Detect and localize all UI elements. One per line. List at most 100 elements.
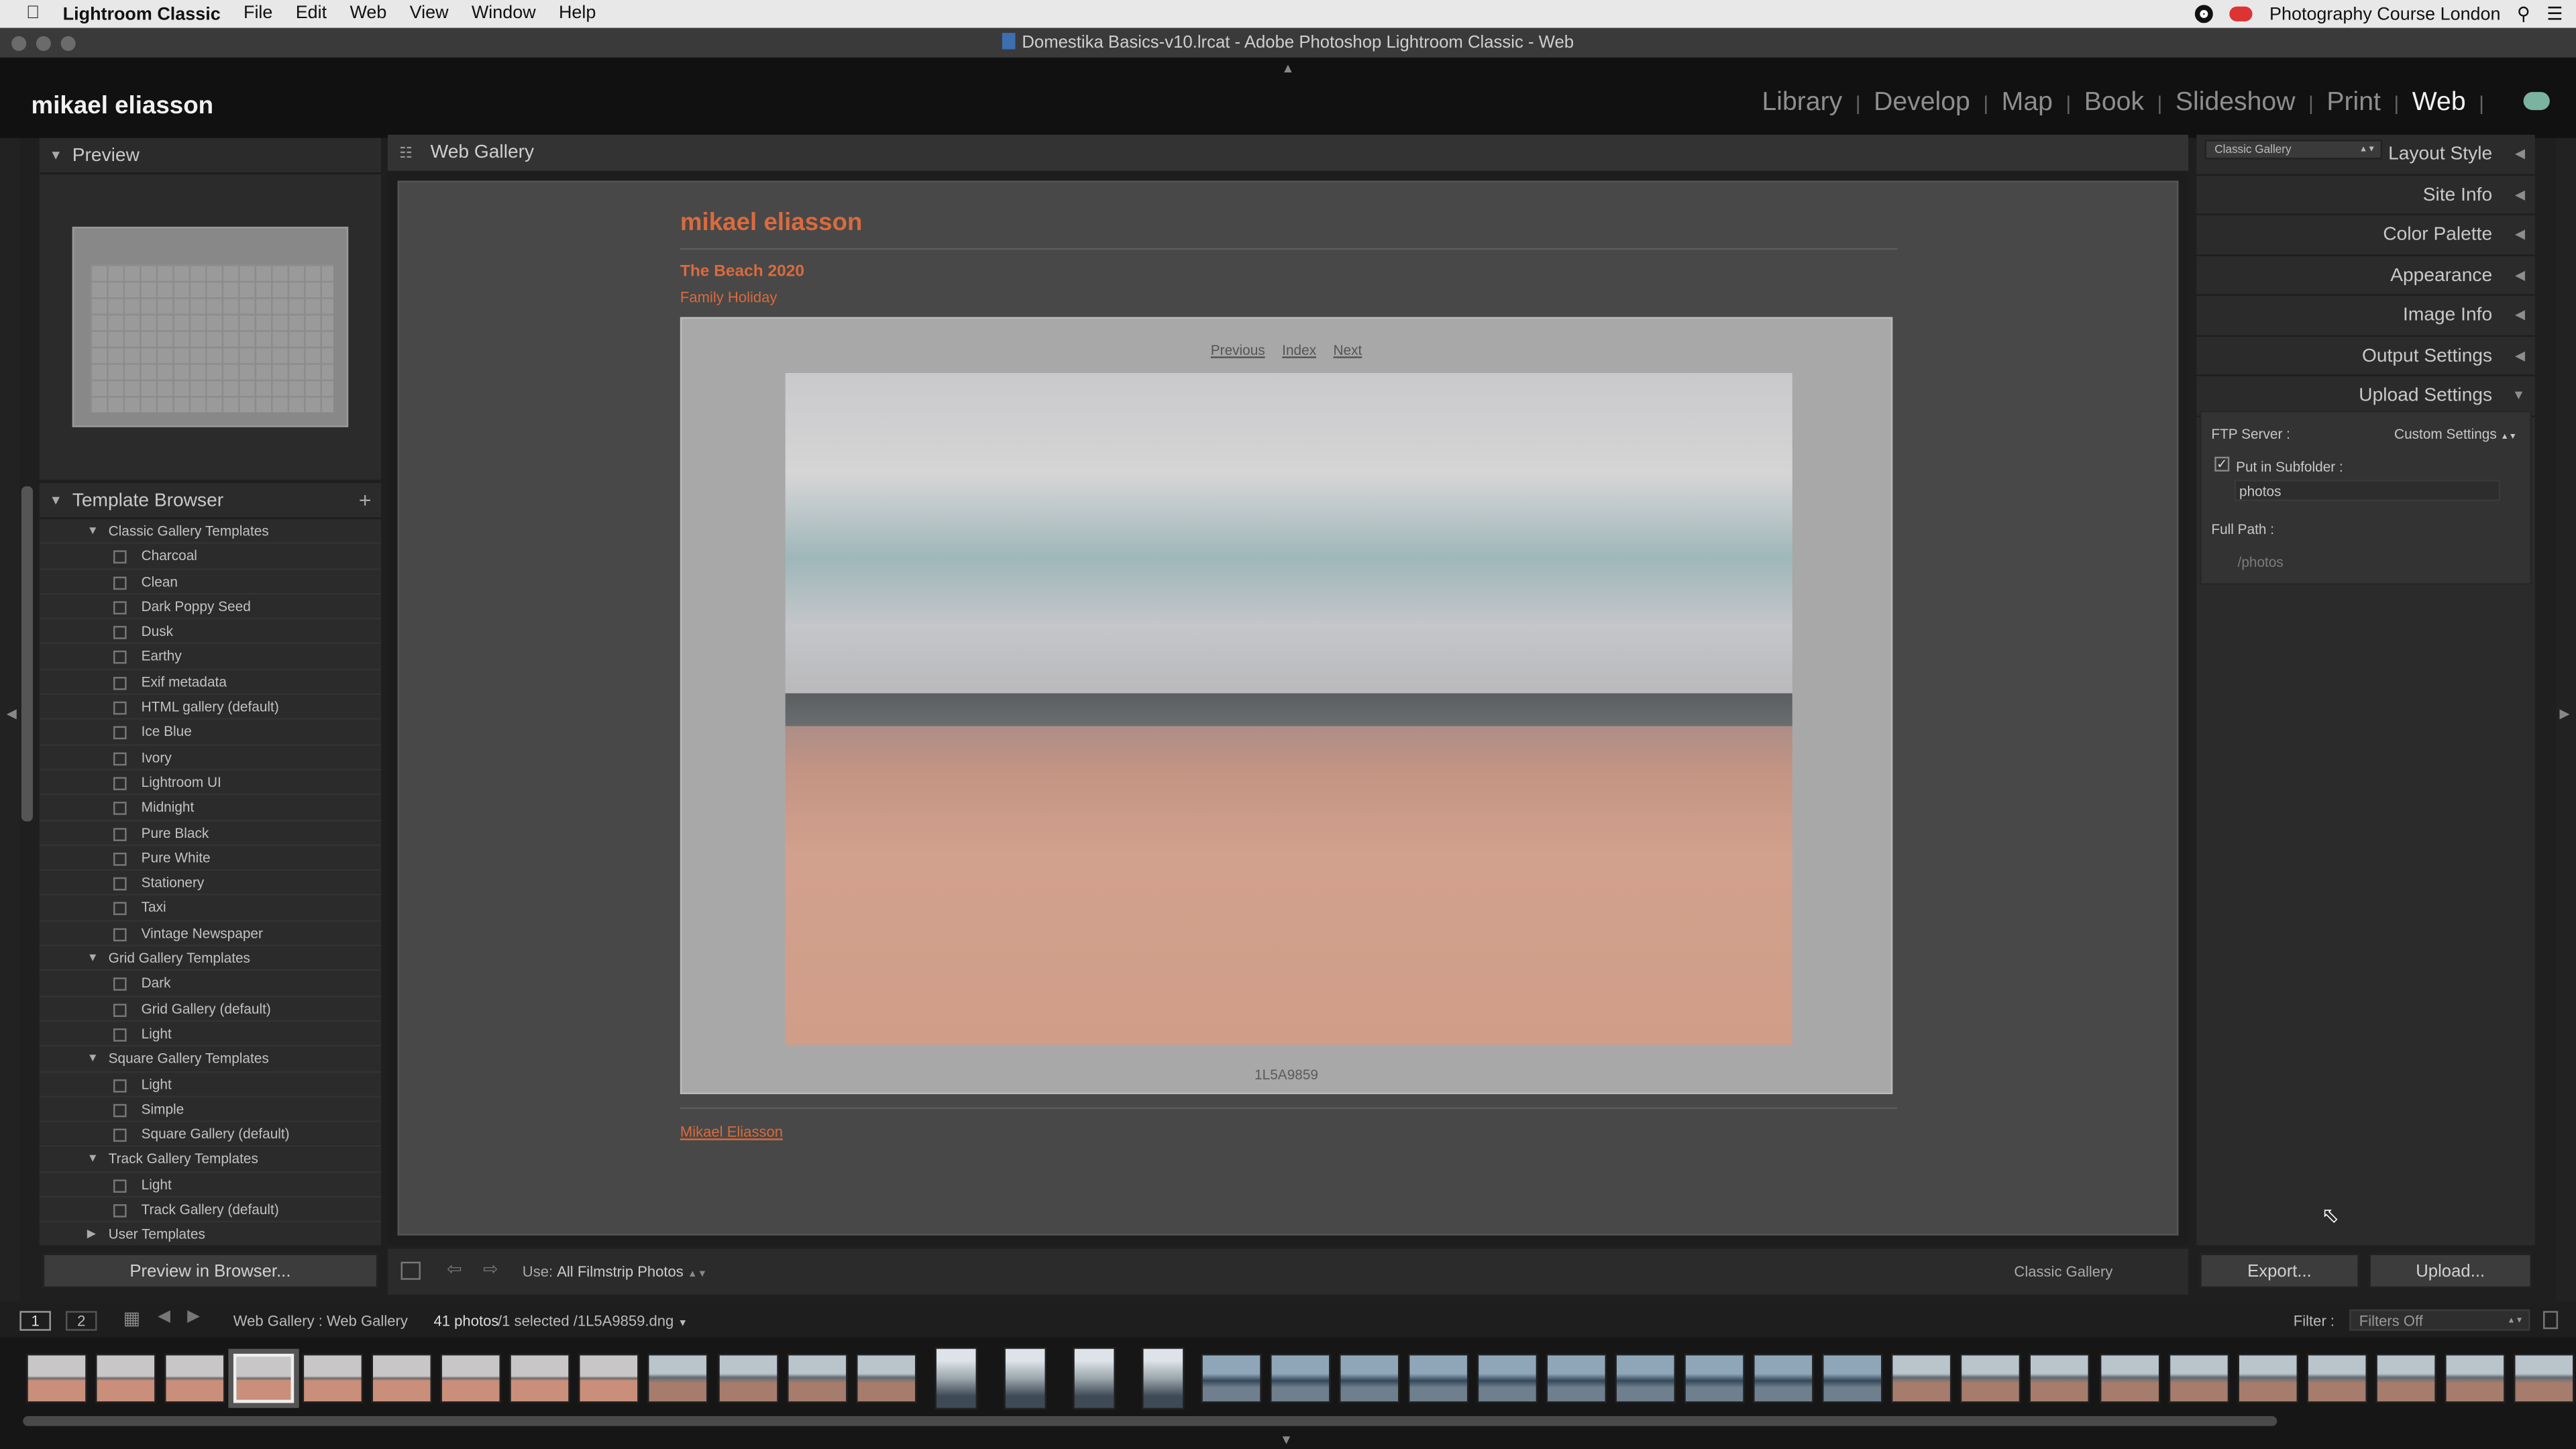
template-item[interactable]: Ice Blue — [39, 720, 382, 746]
filmstrip-thumbnail[interactable] — [2167, 1353, 2229, 1403]
template-folder[interactable]: ▼ Classic Gallery Templates — [39, 519, 382, 545]
filmstrip-thumbnail[interactable] — [2513, 1353, 2575, 1403]
subfolder-checkbox[interactable]: ✓ — [2214, 456, 2230, 472]
filmstrip-thumbnail[interactable] — [1200, 1353, 1262, 1403]
module-slideshow[interactable]: Slideshow — [2176, 89, 2296, 118]
filter-lock-icon[interactable] — [2543, 1311, 2559, 1330]
template-folder[interactable]: ▶ User Templates — [40, 1223, 381, 1246]
filmstrip-thumbnail[interactable] — [1338, 1353, 1400, 1403]
template-item[interactable]: Simple — [39, 1097, 382, 1122]
preview-in-browser-button[interactable]: Preview in Browser... — [42, 1253, 378, 1289]
collapse-top-panel-icon[interactable]: ▲ — [1281, 61, 1294, 76]
filmstrip-thumbnail[interactable] — [26, 1353, 87, 1403]
template-item[interactable]: Light — [39, 1022, 382, 1047]
template-item[interactable]: Dark Poppy Seed — [39, 594, 382, 620]
folder-expanded-icon[interactable]: ▼ — [87, 947, 99, 971]
export-button[interactable]: Export... — [2200, 1253, 2359, 1289]
menu-view[interactable]: View — [410, 0, 449, 28]
menu-app-name[interactable]: Lightroom Classic — [63, 4, 221, 23]
filmstrip-thumbnail[interactable] — [2237, 1353, 2298, 1403]
preview-panel-header[interactable]: ▼ Preview — [39, 138, 382, 174]
filmstrip-thumbnail[interactable] — [934, 1347, 977, 1410]
filmstrip-thumbnail[interactable] — [1269, 1353, 1331, 1403]
spotlight-search-icon[interactable]: ⚲ — [2517, 3, 2530, 25]
filmstrip-thumbnail[interactable] — [95, 1353, 156, 1403]
filmstrip-thumbnail[interactable] — [2306, 1353, 2367, 1403]
collection-description[interactable]: Family Holiday — [680, 289, 777, 305]
filmstrip-thumbnail[interactable] — [1141, 1347, 1185, 1410]
filmstrip-thumbnail[interactable] — [303, 1353, 364, 1403]
template-item[interactable]: Earthy — [39, 645, 382, 670]
template-item[interactable]: Grid Gallery (default) — [39, 997, 382, 1022]
filmstrip-thumbnail[interactable] — [1822, 1353, 1884, 1403]
filmstrip-thumbnail[interactable] — [1407, 1353, 1469, 1403]
filmstrip-thumbnail[interactable] — [1891, 1353, 1953, 1403]
template-item[interactable]: Dusk — [39, 620, 382, 645]
template-item[interactable]: Square Gallery (default) — [39, 1122, 382, 1148]
screen-2-button[interactable]: 2 — [65, 1311, 97, 1331]
module-library[interactable]: Library — [1762, 89, 1842, 118]
creative-cloud-icon[interactable] — [2230, 6, 2253, 21]
filmstrip-breadcrumb[interactable]: Web Gallery : Web Gallery — [233, 1313, 408, 1329]
back-arrow-icon[interactable]: ◀ — [158, 1307, 170, 1326]
folder-expanded-icon[interactable]: ▼ — [87, 519, 99, 544]
template-item[interactable]: Lightroom UI — [39, 771, 382, 796]
subfolder-input[interactable]: photos — [2234, 480, 2501, 501]
filmstrip-thumbnail[interactable] — [2444, 1353, 2506, 1403]
filmstrip-thumbnail[interactable] — [579, 1353, 640, 1403]
minimize-window-button[interactable] — [36, 36, 51, 51]
filmstrip-thumbnail[interactable] — [1072, 1347, 1116, 1410]
collection-title[interactable]: The Beach 2020 — [680, 263, 804, 281]
filmstrip-scrollbar[interactable] — [23, 1416, 2277, 1426]
template-item[interactable]: Taxi — [39, 896, 382, 922]
filmstrip-thumbnail[interactable] — [2029, 1353, 2091, 1403]
filmstrip-thumbnail[interactable] — [510, 1353, 571, 1403]
template-folder[interactable]: ▼ Track Gallery Templates — [39, 1147, 382, 1173]
nav-index-link[interactable]: Index — [1282, 341, 1316, 358]
template-item[interactable]: Light — [39, 1072, 382, 1097]
folder-expanded-icon[interactable]: ▼ — [87, 1147, 99, 1172]
collapse-filmstrip-icon[interactable]: ▼ — [1280, 1433, 1293, 1448]
filmstrip-thumbnail[interactable] — [2375, 1353, 2436, 1403]
template-item[interactable]: Vintage Newspaper — [39, 921, 382, 947]
panel-section-header[interactable]: Appearance ◀ — [2196, 256, 2535, 296]
control-center-icon[interactable]: ☰ — [2546, 3, 2563, 25]
template-item[interactable]: Clean — [39, 570, 382, 595]
menu-help[interactable]: Help — [559, 0, 596, 28]
menu-edit[interactable]: Edit — [296, 0, 327, 28]
module-print[interactable]: Print — [2326, 89, 2381, 118]
filmstrip-thumbnail[interactable] — [164, 1353, 225, 1403]
menu-window[interactable]: Window — [472, 0, 536, 28]
template-item[interactable]: Midnight — [39, 796, 382, 821]
panel-section-header[interactable]: Color Palette ◀ — [2196, 215, 2535, 256]
filmstrip-thumbnail[interactable] — [647, 1353, 709, 1403]
left-panel-toggle-icon[interactable]: ◀ — [7, 706, 17, 721]
filmstrip-thumbnail[interactable] — [1684, 1353, 1746, 1403]
template-item[interactable]: Dark — [39, 971, 382, 997]
folder-expanded-icon[interactable]: ▼ — [87, 1047, 99, 1072]
template-folder[interactable]: ▼ Grid Gallery Templates — [39, 947, 382, 972]
filmstrip-thumbnail[interactable] — [1546, 1353, 1607, 1403]
panel-section-header[interactable]: Site Info ◀ — [2196, 175, 2535, 215]
menu-file[interactable]: File — [244, 0, 272, 28]
identity-plate[interactable]: mikael eliasson — [32, 92, 214, 120]
nav-next-link[interactable]: Next — [1334, 341, 1362, 358]
module-map[interactable]: Map — [2002, 89, 2053, 118]
filmstrip-thumbnail[interactable] — [716, 1353, 778, 1403]
menu-web[interactable]: Web — [350, 0, 386, 28]
filmstrip-thumbnail[interactable] — [786, 1353, 847, 1403]
template-item[interactable]: Light — [39, 1173, 382, 1198]
forward-arrow-icon[interactable]: ▶ — [187, 1307, 200, 1326]
contact-link[interactable]: Mikael Eliasson — [680, 1124, 783, 1140]
filmstrip-thumbnail[interactable] — [2098, 1353, 2160, 1403]
square-icon[interactable] — [400, 1261, 421, 1280]
filmstrip-thumbnail[interactable] — [1003, 1347, 1046, 1410]
module-web[interactable]: Web — [2412, 89, 2466, 118]
filmstrip-thumbnail[interactable] — [441, 1353, 502, 1403]
template-folder[interactable]: ▼ Square Gallery Templates — [39, 1047, 382, 1073]
template-item[interactable]: Track Gallery (default) — [39, 1197, 382, 1223]
add-template-icon[interactable]: + — [359, 483, 372, 519]
module-develop[interactable]: Develop — [1874, 89, 1970, 118]
selection-info[interactable]: /1 selected /1L5A9859.dng ▼ — [498, 1313, 688, 1329]
template-item[interactable]: HTML gallery (default) — [39, 695, 382, 720]
